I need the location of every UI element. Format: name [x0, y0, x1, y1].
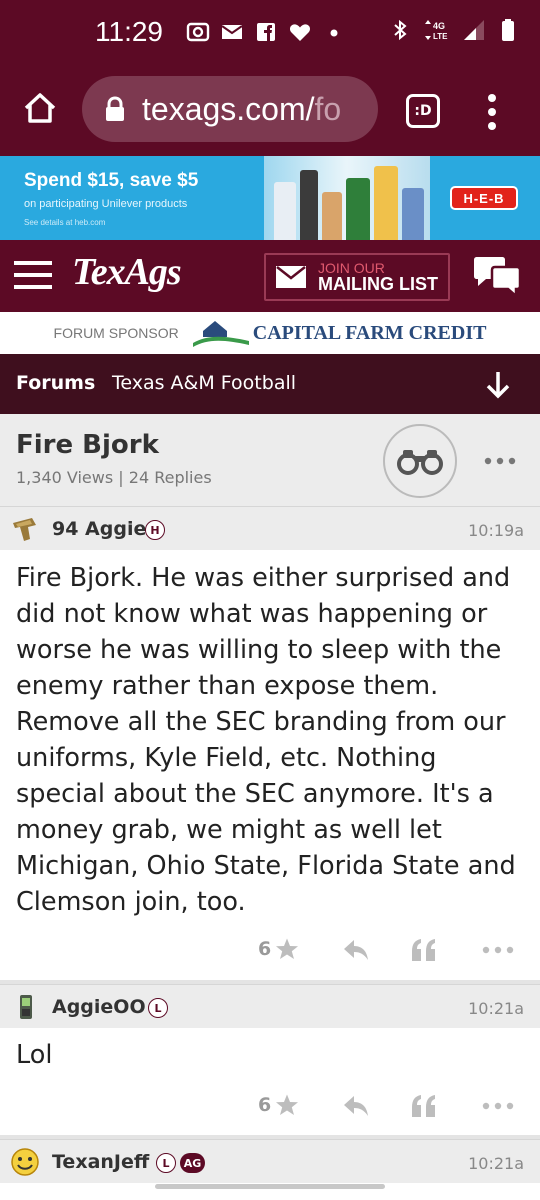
url-text: texags.com/fo: [142, 90, 342, 127]
post-header: AggieOO L 10:21a: [0, 984, 540, 1028]
thread-title: Fire Bjork: [16, 430, 159, 460]
discover-button[interactable]: :D: [406, 94, 440, 128]
chat-button[interactable]: [472, 256, 522, 299]
svg-text:4G: 4G: [433, 21, 445, 31]
dot-icon: [322, 20, 346, 44]
thread-more-icon[interactable]: [484, 456, 516, 466]
breadcrumb: Forums Texas A&M Football: [0, 354, 540, 414]
rating-count: 6: [258, 1094, 272, 1116]
capital-farm-credit-logo-icon: [192, 321, 249, 347]
star-icon: [276, 1094, 299, 1115]
user-avatar-icon: [20, 995, 32, 1019]
rating-count: 6: [258, 938, 272, 960]
thread-header: Fire Bjork 1,340 Views | 24 Replies: [0, 414, 540, 506]
mailing-list-button[interactable]: JOIN OUR MAILING LIST: [264, 253, 450, 301]
post-header: TexanJeff L AG 10:21a: [0, 1139, 540, 1183]
user-avatar-icon: [13, 518, 36, 541]
star-icon: [276, 938, 299, 959]
post-username[interactable]: TexanJeff: [52, 1151, 149, 1173]
sponsor-label: FORUM SPONSOR: [53, 325, 179, 341]
forum-sponsor-bar[interactable]: FORUM SPONSOR CAPITAL FARM CREDIT: [0, 312, 540, 354]
post-more-icon[interactable]: [482, 945, 514, 955]
site-logo[interactable]: TexAgs: [72, 250, 182, 294]
hamburger-icon: [14, 261, 52, 289]
post-time: 10:21a: [468, 1154, 524, 1173]
user-badge: L: [156, 1153, 176, 1173]
post-username[interactable]: 94 Aggie: [52, 518, 146, 540]
user-badge: H: [145, 520, 165, 540]
home-icon: [24, 93, 56, 123]
post-actions: 6: [0, 1087, 540, 1127]
status-bar: 11:29 4G LTE: [0, 0, 540, 70]
watch-thread-button[interactable]: [383, 424, 457, 498]
screen-record-icon: [186, 20, 210, 44]
ad-product-image: [264, 156, 430, 240]
post-body: Lol: [16, 1040, 53, 1070]
facebook-icon: [254, 20, 278, 44]
home-button[interactable]: [20, 88, 60, 128]
signal-icon: [462, 18, 486, 42]
post-more-icon[interactable]: [482, 1101, 514, 1111]
status-time: 11:29: [95, 16, 163, 47]
site-menu-button[interactable]: [14, 258, 54, 292]
4g-lte-icon: 4G LTE: [422, 18, 452, 42]
sponsor-name: CAPITAL FARM CREDIT: [252, 321, 487, 344]
binoculars-icon: [397, 450, 443, 475]
jump-to-bottom-button[interactable]: [484, 370, 512, 400]
address-bar[interactable]: texags.com/fo: [82, 76, 378, 142]
user-badge: L: [148, 998, 168, 1018]
site-header: TexAgs JOIN OUR MAILING LIST: [0, 240, 540, 312]
gesture-nav-handle[interactable]: [155, 1184, 385, 1189]
post-body: Fire Bjork. He was either surprised and …: [16, 563, 516, 917]
browser-toolbar: texags.com/fo :D: [0, 70, 540, 156]
post-time: 10:19a: [468, 521, 524, 540]
quote-icon[interactable]: [410, 1093, 438, 1119]
chat-bubbles-icon: [474, 257, 522, 299]
ad-headline: Spend $15, save $5: [24, 170, 199, 191]
post-username[interactable]: AggieOO: [52, 996, 146, 1018]
mail-icon: [220, 20, 244, 44]
rating-button[interactable]: 6: [258, 1093, 299, 1117]
heart-icon: [288, 20, 312, 44]
ag-badge: AG: [180, 1153, 205, 1173]
thread-stats: 1,340 Views | 24 Replies: [16, 468, 212, 487]
ad-fine-print: See details at heb.com: [24, 218, 106, 227]
arrow-down-icon: [486, 372, 510, 399]
browser-menu-button[interactable]: [484, 92, 500, 132]
heb-logo: H-E-B: [450, 186, 518, 210]
post-time: 10:21a: [468, 999, 524, 1018]
post-header: 94 Aggie H 10:19a: [0, 506, 540, 550]
svg-text:LTE: LTE: [433, 32, 448, 41]
bluetooth-icon: [388, 18, 412, 42]
user-avatar-icon: [11, 1148, 39, 1176]
lock-icon: [106, 96, 124, 121]
battery-icon: [496, 18, 520, 42]
envelope-icon: [276, 266, 306, 288]
post-actions: 6: [0, 931, 540, 971]
breadcrumb-forums[interactable]: Forums: [16, 372, 95, 394]
more-vert-icon: [488, 94, 496, 130]
reply-icon[interactable]: [342, 937, 370, 963]
breadcrumb-board[interactable]: Texas A&M Football: [112, 372, 296, 394]
rating-button[interactable]: 6: [258, 937, 299, 961]
reply-icon[interactable]: [342, 1093, 370, 1119]
quote-icon[interactable]: [410, 937, 438, 963]
ad-subline: on participating Unilever products: [24, 198, 188, 210]
mailing-list-top-label: JOIN OUR: [318, 260, 385, 276]
mailing-list-bottom-label: MAILING LIST: [318, 274, 438, 294]
